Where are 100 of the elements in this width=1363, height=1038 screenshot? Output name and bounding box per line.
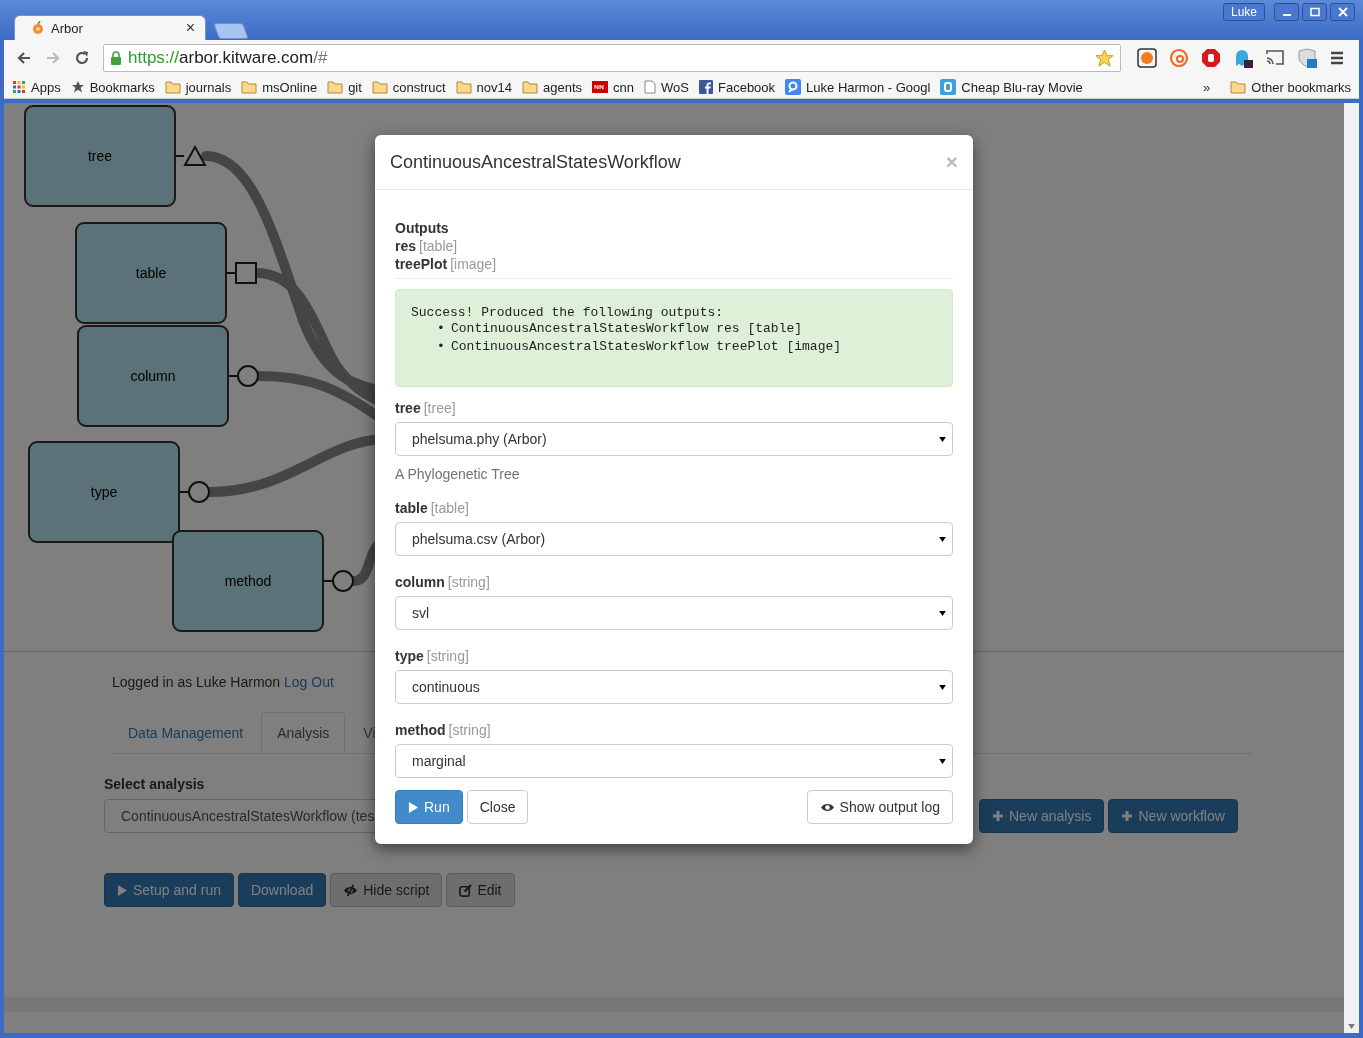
workflow-node[interactable]: type <box>28 441 180 543</box>
input-type: [tree] <box>423 400 456 416</box>
cast-icon[interactable] <box>1265 48 1285 68</box>
bookmark[interactable]: WoS <box>644 79 689 95</box>
maximize-button[interactable] <box>1302 3 1327 21</box>
folder-icon <box>1230 80 1247 94</box>
caret-icon <box>939 610 946 616</box>
caret-icon <box>939 536 946 542</box>
input-name: column <box>395 574 445 590</box>
output-item: • ContinuousAncestralStatesWorkflow treePlot [image] <box>437 338 842 356</box>
menu-icon[interactable] <box>1329 50 1345 66</box>
plus-icon <box>992 810 1004 822</box>
folder-icon <box>241 80 258 94</box>
profile-button[interactable]: Luke <box>1222 3 1265 21</box>
triangle-port-icon[interactable] <box>183 144 207 166</box>
folder-icon <box>327 80 344 94</box>
show-log-button[interactable]: Show output log <box>806 790 953 824</box>
back-icon[interactable] <box>16 50 32 66</box>
tab-title: Arbor <box>51 20 84 36</box>
folder-icon <box>522 80 539 94</box>
eye-slash-icon <box>343 883 359 897</box>
dialog-button[interactable]: Close <box>466 790 529 824</box>
bookmark[interactable]: git <box>327 79 362 95</box>
bookmark[interactable]: journals <box>164 79 232 95</box>
circle-port-icon[interactable] <box>332 570 354 592</box>
new-tab-button[interactable] <box>213 23 249 39</box>
caret-icon <box>939 758 946 764</box>
extension-icon[interactable] <box>1137 48 1157 68</box>
bookmark[interactable]: nov14 <box>455 79 513 95</box>
ghost-icon[interactable] <box>1233 48 1253 68</box>
input-name: table <box>395 500 428 516</box>
bookmark[interactable]: agents <box>522 79 583 95</box>
output-type: [table] <box>419 238 458 254</box>
horizontal-scrollbar[interactable] <box>4 997 1344 1012</box>
input-type: [string] <box>426 648 469 664</box>
play-icon <box>408 800 419 814</box>
star-icon <box>70 80 85 94</box>
square-port-icon[interactable] <box>235 262 257 284</box>
output-item: • ContinuousAncestralStatesWorkflow res [table] <box>437 320 803 338</box>
bookmark[interactable]: Luke Harmon - Googl <box>785 79 931 95</box>
folder-icon <box>164 80 181 94</box>
bookmark[interactable]: Facebook <box>699 79 776 95</box>
alert-message: Success! Produced the following outputs: <box>411 305 725 320</box>
address-bar[interactable]: https://arbor.kitware.com/# <box>103 44 1121 72</box>
caret-icon <box>939 684 946 690</box>
stop-hand-icon[interactable] <box>1201 48 1221 68</box>
f-logo-icon <box>699 80 713 94</box>
browser-tab[interactable]: Arbor × <box>14 15 206 40</box>
dialog-button[interactable]: Run <box>395 790 463 824</box>
lock-icon <box>110 51 122 65</box>
reload-icon[interactable] <box>74 50 90 66</box>
edit-icon <box>459 883 473 897</box>
scroll-down-icon[interactable] <box>1348 1024 1355 1029</box>
tab[interactable]: Analysis <box>261 712 346 753</box>
workflow-node[interactable]: method <box>172 530 324 632</box>
folder-icon <box>455 80 472 94</box>
bookmark[interactable]: construct <box>371 79 446 95</box>
input-name: tree <box>395 400 421 416</box>
more-bookmarks-button[interactable]: » <box>1203 79 1211 95</box>
input-name: type <box>395 648 424 664</box>
workflow-node[interactable]: tree <box>24 105 176 207</box>
input-select[interactable]: svl <box>395 596 953 630</box>
workflow-node[interactable]: table <box>75 222 227 324</box>
dialog-title: ContinuousAncestralStatesWorkflow <box>390 151 681 173</box>
news-logo-icon <box>592 80 609 94</box>
close-icon <box>1337 7 1348 17</box>
workflow-node[interactable]: column <box>77 325 229 427</box>
bookmark[interactable]: cnn <box>592 79 635 95</box>
maximize-icon <box>1309 7 1320 17</box>
bookmark[interactable]: Other bookmarks <box>1230 79 1351 95</box>
vertical-scrollbar[interactable] <box>1344 103 1359 1033</box>
circle-port-icon[interactable] <box>237 365 259 387</box>
bookmark[interactable]: Apps <box>12 79 61 95</box>
url-text: https://arbor.kitware.com/# <box>128 48 329 68</box>
input-select[interactable]: phelsuma.phy (Arbor) <box>395 422 953 456</box>
input-type: [table] <box>430 500 469 516</box>
star-icon[interactable] <box>1095 48 1114 68</box>
bookmark[interactable]: msOnline <box>241 79 318 95</box>
plus-icon <box>1121 810 1134 822</box>
section-heading: Outputs <box>395 220 450 236</box>
page-icon <box>644 80 657 94</box>
output-type: [image] <box>450 256 497 272</box>
bookmark[interactable]: Cheap Blu-ray Movie <box>940 79 1083 95</box>
eye-icon <box>819 801 835 813</box>
input-select[interactable]: phelsuma.csv (Arbor) <box>395 522 953 556</box>
play-icon <box>117 883 128 897</box>
input-select[interactable]: marginal <box>395 744 953 778</box>
circle-port-icon[interactable] <box>188 481 210 503</box>
folder-icon <box>371 80 388 94</box>
minimize-icon <box>1282 14 1291 16</box>
input-select[interactable]: continuous <box>395 670 953 704</box>
tab-close-button[interactable]: × <box>185 19 195 37</box>
field-label: Select analysis <box>104 776 205 792</box>
bookmark[interactable]: Bookmarks <box>70 79 155 95</box>
output-name: treePlot <box>395 256 448 272</box>
input-type: [string] <box>448 722 491 738</box>
minimize-button[interactable] <box>1274 3 1299 21</box>
shield-icon[interactable] <box>1297 48 1317 68</box>
close-window-button[interactable] <box>1330 3 1355 21</box>
help-text: A Phylogenetic Tree <box>395 466 521 482</box>
